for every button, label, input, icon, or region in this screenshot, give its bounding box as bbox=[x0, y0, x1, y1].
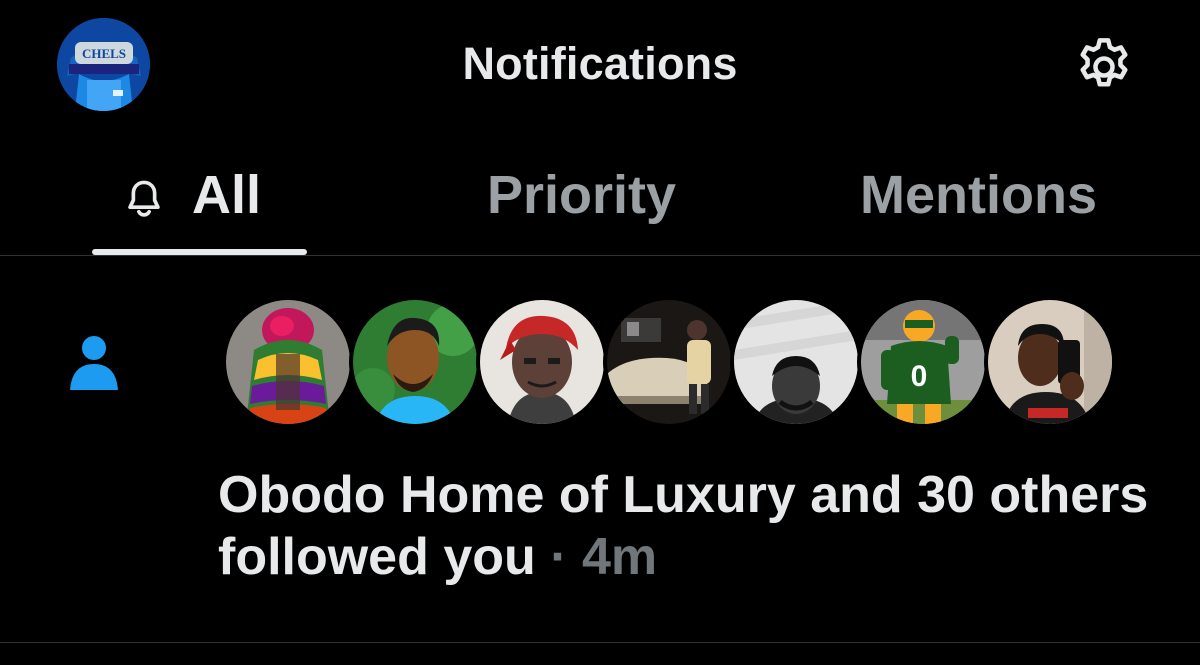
follower-avatar[interactable] bbox=[349, 296, 481, 428]
notification-tabs: All Priority Mentions bbox=[0, 140, 1200, 255]
follower-avatar[interactable] bbox=[476, 296, 608, 428]
notification-message: Obodo Home of Luxury and 30 others follo… bbox=[218, 466, 1149, 586]
time-separator: · bbox=[550, 528, 568, 586]
notification-text: Obodo Home of Luxury and 30 others follo… bbox=[218, 464, 1178, 588]
follower-avatar[interactable] bbox=[984, 296, 1116, 428]
tab-mentions[interactable]: Mentions bbox=[860, 160, 1150, 255]
page-title: Notifications bbox=[462, 38, 738, 89]
follow-notification[interactable]: 0 Obodo Home of Luxury and 30 others fol… bbox=[0, 256, 1200, 642]
follower-avatar[interactable] bbox=[222, 296, 354, 428]
follower-avatar[interactable] bbox=[730, 296, 862, 428]
settings-button[interactable] bbox=[1070, 33, 1138, 101]
person-icon bbox=[68, 334, 120, 399]
follower-avatar[interactable] bbox=[603, 296, 735, 428]
tab-priority[interactable]: Priority bbox=[487, 160, 717, 255]
tab-mentions-label: Mentions bbox=[860, 165, 1097, 225]
svg-text:0: 0 bbox=[911, 360, 928, 393]
notification-divider bbox=[0, 642, 1200, 643]
follower-avatars: 0 bbox=[222, 296, 1132, 436]
follower-avatar[interactable]: 0 bbox=[857, 296, 989, 428]
gear-icon bbox=[1080, 38, 1128, 87]
tab-all[interactable]: All bbox=[92, 160, 307, 255]
top-app-bar: CHELS Notifications bbox=[0, 0, 1200, 140]
tab-priority-label: Priority bbox=[487, 165, 677, 225]
tab-all-label: All bbox=[192, 165, 262, 225]
bell-icon bbox=[128, 180, 160, 217]
notification-time: 4m bbox=[582, 528, 658, 586]
